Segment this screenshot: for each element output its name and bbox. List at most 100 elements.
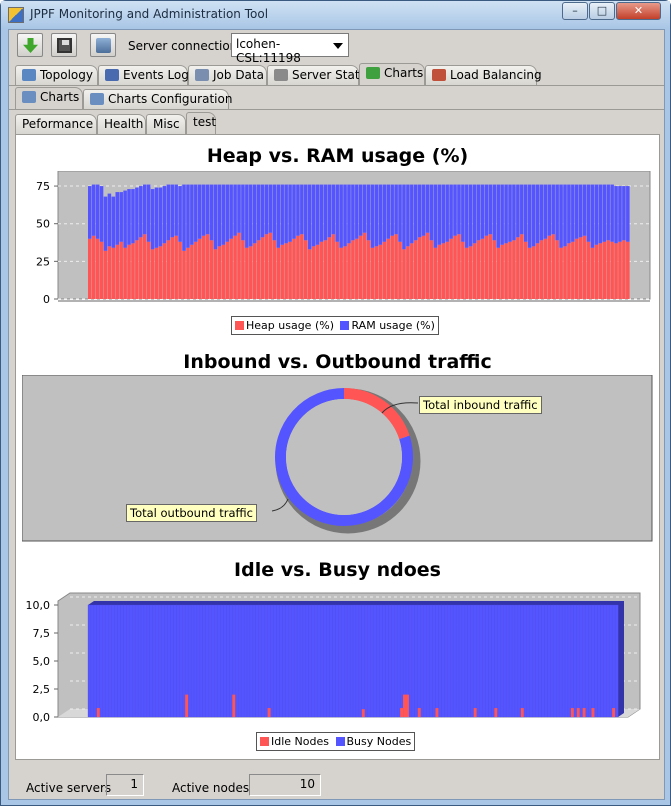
ram-bar <box>457 184 461 235</box>
busy-bar <box>414 604 419 718</box>
busy-bar <box>438 604 442 718</box>
busy-bar <box>470 604 475 718</box>
ram-bar <box>139 186 143 238</box>
maximize-button[interactable]: □ <box>589 2 615 20</box>
heap-legend-swatch <box>235 321 244 330</box>
chart-tab-peformance[interactable]: Peformance <box>15 114 97 134</box>
ram-bar <box>508 184 512 242</box>
ram-bar <box>578 184 583 238</box>
ram-bar <box>150 189 155 250</box>
heap-bar <box>304 240 308 299</box>
tab-label: Load Balancing <box>450 68 542 82</box>
busy-bar <box>394 604 398 718</box>
traffic-chart <box>22 375 653 542</box>
heap-bar <box>213 249 218 299</box>
busy-bar <box>134 604 139 718</box>
busy-bar <box>532 604 536 718</box>
chart-tab-misc[interactable]: Misc <box>146 114 186 134</box>
heap-bar <box>307 249 312 299</box>
charts-config-icon <box>90 93 104 105</box>
busy-bar <box>155 604 160 718</box>
close-button[interactable]: ✕ <box>616 2 661 20</box>
ram-bar <box>582 184 587 236</box>
tab-load-balancing[interactable]: Load Balancing <box>425 65 542 85</box>
heap-bar <box>559 247 563 299</box>
busy-bar <box>208 604 213 718</box>
heap-bar <box>288 241 292 299</box>
ram-bar <box>417 184 422 238</box>
main-tab-bar: Topology Events Log Job Data Server Stats Ch… <box>9 63 664 85</box>
busy-bar <box>246 604 251 718</box>
ram-bar <box>142 184 147 235</box>
busy-bar <box>591 604 595 718</box>
ram-bar <box>437 184 442 245</box>
heap-bar <box>209 240 214 299</box>
tab-charts[interactable]: Charts <box>359 63 425 85</box>
busy-bar <box>370 604 374 718</box>
heap-bar <box>378 244 383 299</box>
jppf-app-icon <box>8 7 24 23</box>
chart-tab-health[interactable]: Health <box>97 114 146 134</box>
busy-bar <box>461 604 466 718</box>
busy-bar <box>588 604 592 718</box>
heap-bar <box>421 235 426 299</box>
minimize-button[interactable]: – <box>562 2 588 20</box>
busy-bar <box>582 604 586 718</box>
ram-bar <box>186 184 190 248</box>
ram-bar <box>205 184 210 235</box>
chart-tab-test[interactable]: test <box>186 112 216 134</box>
heap-bar <box>480 238 485 299</box>
ram-bar <box>103 196 108 251</box>
busy-bar <box>382 604 386 718</box>
ram-bar <box>107 193 112 247</box>
save-button[interactable] <box>51 33 77 57</box>
ram-bar <box>543 184 548 239</box>
busy-bar <box>594 604 598 718</box>
connection-button[interactable] <box>90 33 116 57</box>
busy-bar <box>609 604 613 718</box>
tab-topology[interactable]: Topology <box>15 65 98 85</box>
busy-bar <box>329 604 333 718</box>
heap-bar <box>178 241 182 299</box>
busy-bar <box>476 604 480 718</box>
heap-bar <box>256 240 261 299</box>
heap-bar <box>241 240 245 299</box>
ram-bar <box>339 184 343 248</box>
idle-bar <box>570 708 574 717</box>
ram-bar <box>300 184 304 235</box>
heap-bar <box>386 238 391 299</box>
title-bar[interactable]: JPPF Monitoring and Administration Tool … <box>1 1 670 29</box>
tab-job-data[interactable]: Job Data <box>188 65 267 85</box>
busy-bar <box>176 604 180 718</box>
tab-server-stats[interactable]: Server Stats <box>267 65 366 85</box>
ram-bar <box>516 184 520 238</box>
heap-bar <box>575 238 579 299</box>
subtab-charts[interactable]: Charts <box>15 87 83 109</box>
busy-bar <box>523 604 528 718</box>
ram-bar <box>115 192 120 245</box>
ram-bar <box>504 184 508 244</box>
busy-bar <box>129 604 133 718</box>
heap-bar <box>472 243 477 299</box>
heap-bar <box>205 234 210 299</box>
refresh-button[interactable] <box>17 33 43 57</box>
heap-bar <box>331 234 336 299</box>
ram-bar <box>402 184 406 250</box>
tab-events-log[interactable]: Events Log <box>98 65 189 85</box>
busy-bar <box>520 604 525 718</box>
ram-bar <box>88 186 92 239</box>
heap-bar <box>504 243 508 299</box>
ram-bar <box>421 184 426 236</box>
ram-bar <box>386 184 391 239</box>
save-icon <box>57 38 72 53</box>
busy-bar <box>261 604 266 718</box>
heap-bar <box>433 247 438 299</box>
heap-bar <box>492 240 497 299</box>
ram-bar <box>500 184 504 245</box>
subtab-charts-configuration[interactable]: Charts Configuration <box>83 89 232 109</box>
tab-label: Job Data <box>213 68 264 82</box>
heap-ram-chart: 0 25 50 75 <box>36 171 651 306</box>
server-connection-select[interactable]: lcohen-CSL:11198 <box>231 33 349 65</box>
ram-bar <box>170 184 175 238</box>
idle-bar <box>400 708 404 717</box>
